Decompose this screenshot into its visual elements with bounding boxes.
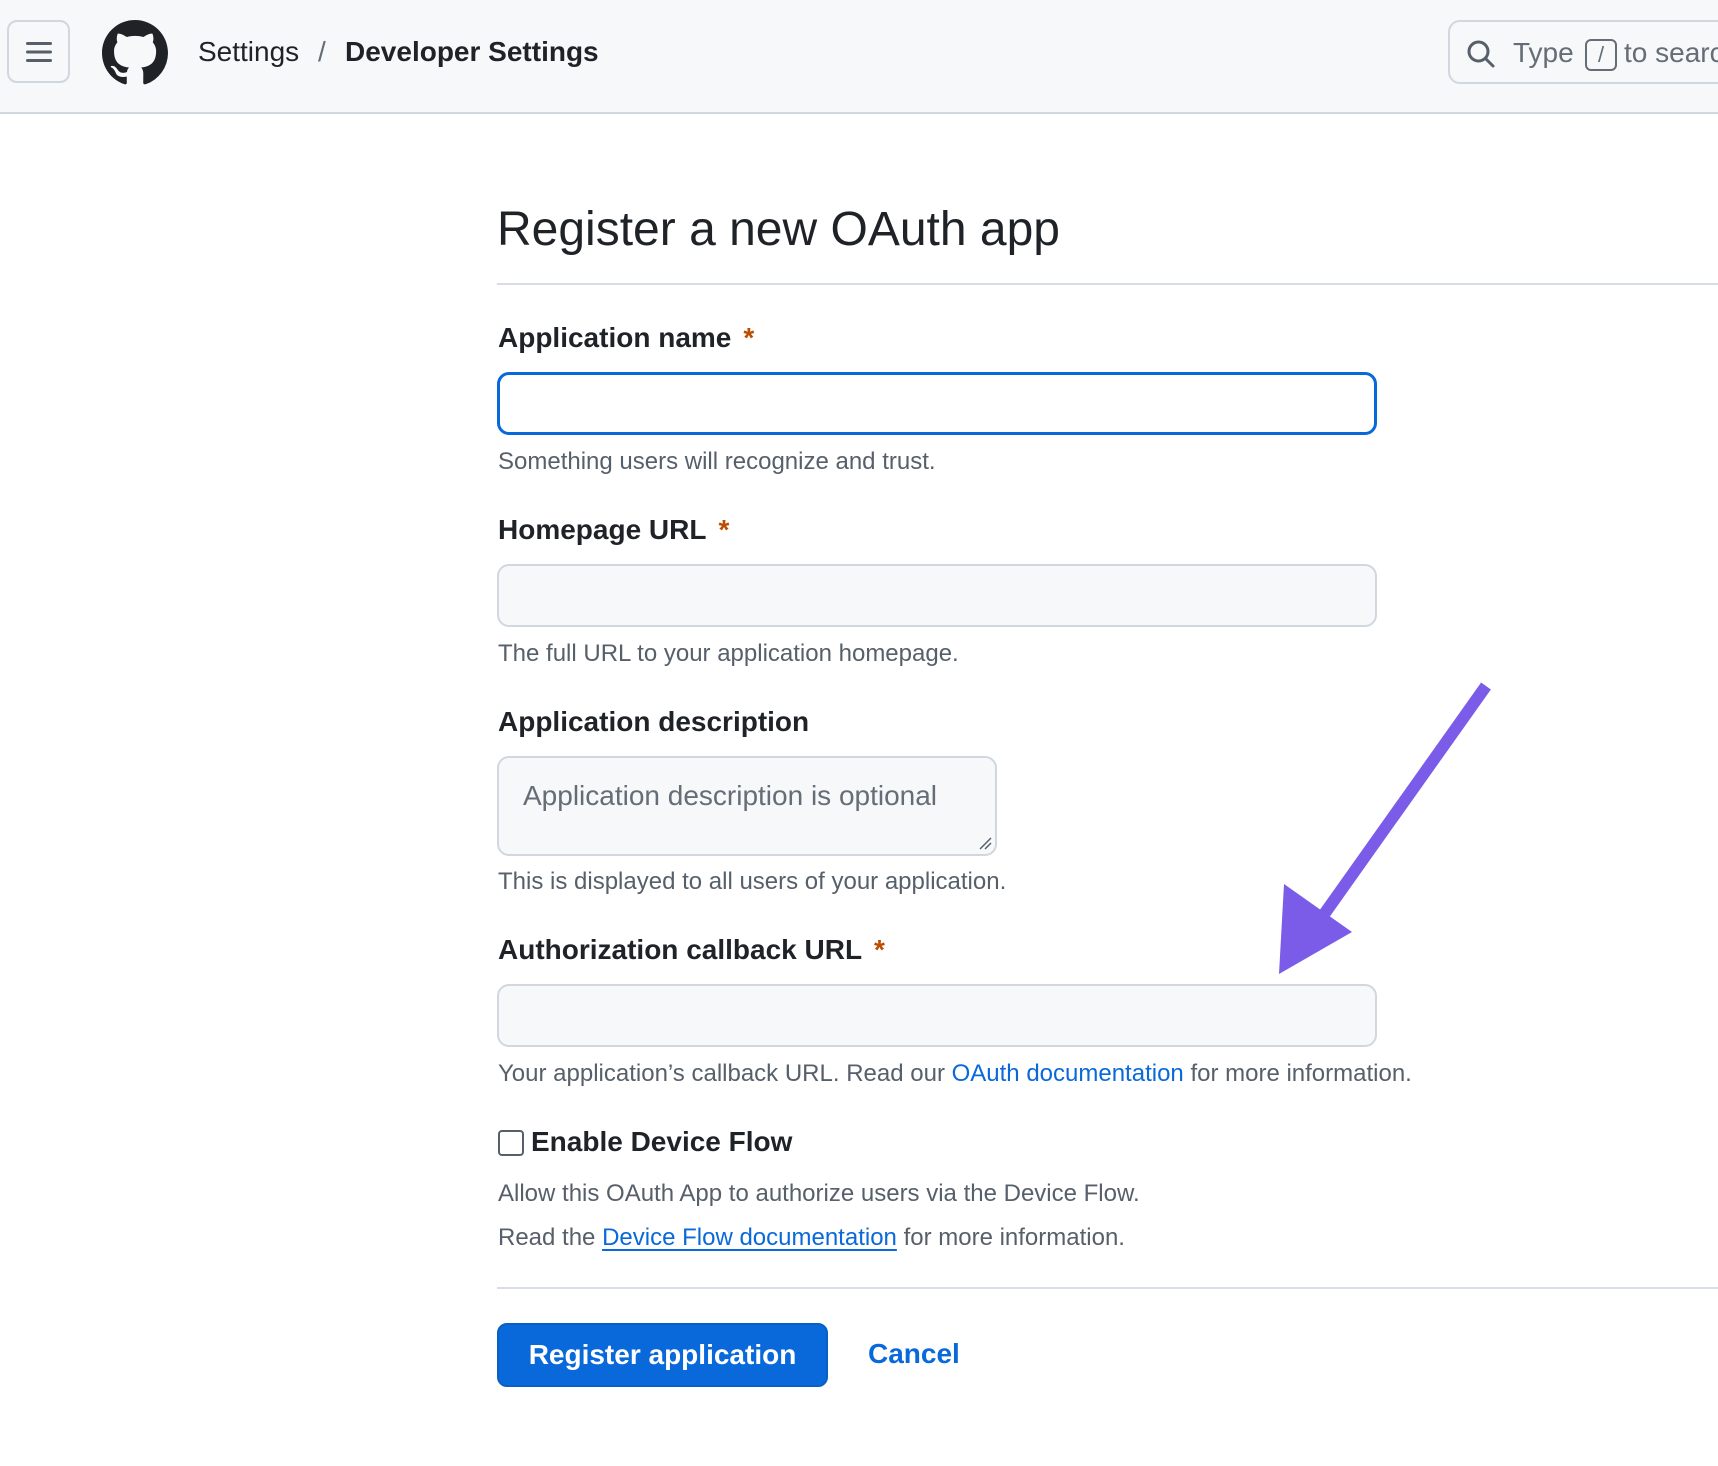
description-label: Application description: [498, 706, 810, 737]
required-marker: *: [718, 514, 730, 545]
callback-hint-text: Your application’s callback URL. Read ou…: [498, 1060, 945, 1087]
description-textarea[interactable]: [497, 756, 997, 856]
search-input[interactable]: Type / to searc: [1448, 20, 1718, 84]
app-name-hint: Something users will recognize and trust…: [498, 448, 936, 475]
menu-button[interactable]: [7, 20, 70, 83]
device-flow-description: Allow this OAuth App to authorize users …: [498, 1180, 1140, 1207]
search-icon: [1467, 40, 1495, 68]
enable-device-flow-label[interactable]: Enable Device Flow: [531, 1124, 792, 1160]
search-placeholder-prefix: Type: [1513, 37, 1574, 68]
device-flow-docs-hint: Read the Device Flow documentation for m…: [498, 1222, 1125, 1254]
device-flow-hint-text: Read the: [498, 1224, 596, 1251]
top-header: Settings / Developer Settings Type / to …: [0, 0, 1718, 114]
required-marker: *: [874, 934, 885, 965]
device-flow-documentation-link[interactable]: Device Flow documentation: [602, 1224, 897, 1251]
description-hint: This is displayed to all users of your a…: [498, 868, 1007, 895]
required-marker: *: [743, 322, 755, 353]
enable-device-flow-checkbox[interactable]: [498, 1130, 524, 1156]
register-application-button[interactable]: Register application: [497, 1323, 828, 1387]
page-title: Register a new OAuth app: [497, 203, 1060, 256]
resize-handle-icon[interactable]: [978, 836, 992, 850]
arrow-pointer-icon: [1279, 682, 1491, 974]
callback-url-input[interactable]: [497, 984, 1377, 1047]
homepage-url-label-text: Homepage URL: [498, 514, 707, 545]
actions-divider: [497, 1287, 1718, 1289]
cancel-link[interactable]: Cancel: [868, 1336, 960, 1372]
search-shortcut-key: /: [1585, 39, 1617, 71]
callback-url-label: Authorization callback URL *: [498, 932, 885, 968]
breadcrumb-current-page: Developer Settings: [345, 36, 599, 67]
github-mark-icon[interactable]: [102, 20, 168, 86]
search-placeholder-suffix: to searc: [1624, 37, 1718, 68]
callback-url-hint: Your application’s callback URL. Read ou…: [498, 1058, 1412, 1090]
callback-url-label-text: Authorization callback URL: [498, 934, 863, 965]
hamburger-menu-icon: [26, 42, 52, 62]
homepage-url-input[interactable]: [497, 564, 1377, 627]
homepage-url-hint: The full URL to your application homepag…: [498, 640, 959, 667]
callback-hint-text-end: for more information.: [1190, 1060, 1412, 1087]
homepage-url-label: Homepage URL *: [498, 512, 729, 548]
title-divider: [497, 283, 1718, 285]
app-name-label-text: Application name: [498, 322, 732, 353]
breadcrumb-settings-link[interactable]: Settings: [198, 34, 299, 70]
app-name-label: Application name *: [498, 320, 754, 356]
device-flow-hint-text-end: for more information.: [903, 1224, 1125, 1251]
oauth-documentation-link[interactable]: OAuth documentation: [952, 1060, 1184, 1087]
app-name-input[interactable]: [497, 372, 1377, 435]
breadcrumb-separator: /: [318, 36, 326, 67]
